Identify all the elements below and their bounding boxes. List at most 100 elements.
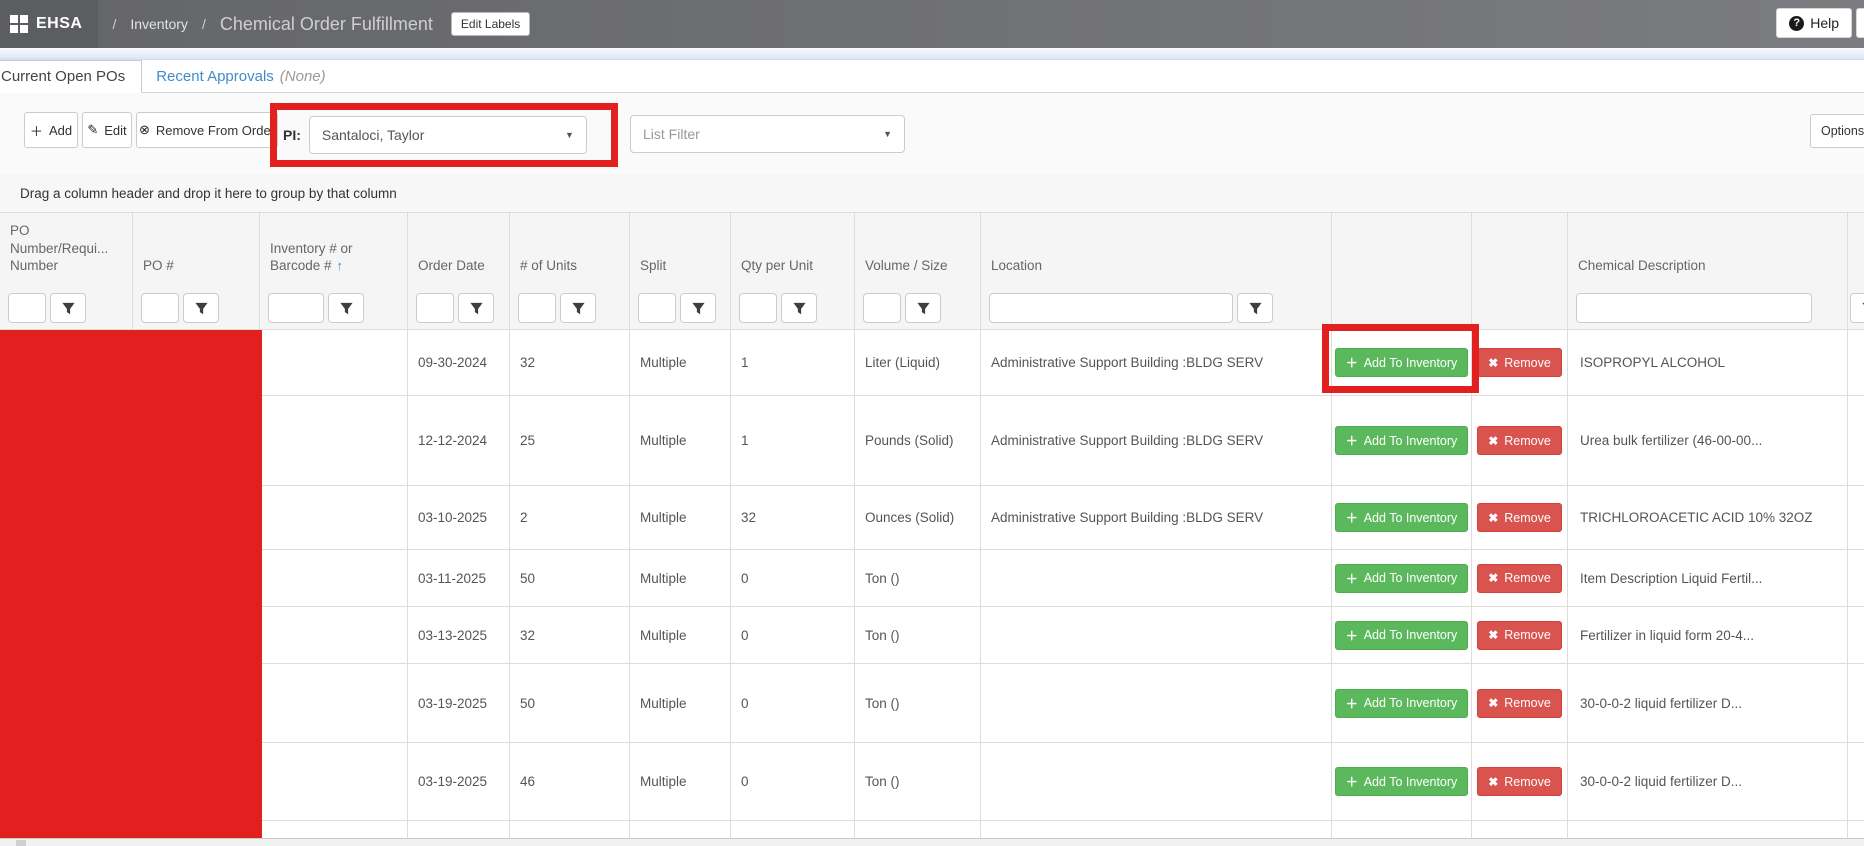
remove-button[interactable]: ✖ Remove	[1477, 348, 1562, 377]
clipped-toolbar-button[interactable]	[1856, 8, 1864, 38]
cell-chemical-description: 30-0-0-2 liquid fertilizer D...	[1568, 664, 1848, 742]
funnel-icon	[195, 302, 208, 315]
cell-units: 32	[510, 330, 630, 395]
help-button[interactable]: ? Help	[1776, 8, 1852, 38]
cell-qty-per-unit: 0	[731, 664, 855, 742]
add-to-inventory-button[interactable]: ＋ Add To Inventory	[1335, 564, 1469, 593]
filter-funnel-button[interactable]	[680, 293, 716, 323]
table-row: 03-13-2025 32 Multiple 0 Ton () ＋ Add To…	[0, 607, 1864, 664]
cell-clipped	[1848, 664, 1864, 742]
filter-cell-po	[133, 287, 260, 329]
filter-funnel-button[interactable]	[1237, 293, 1273, 323]
help-label: Help	[1810, 15, 1839, 31]
breadcrumb-separator: /	[202, 16, 206, 32]
breadcrumb-inventory[interactable]: Inventory	[130, 16, 188, 32]
tab-current-open-pos[interactable]: Current Open POs	[0, 60, 142, 93]
filter-input[interactable]	[141, 293, 179, 323]
add-to-inventory-button[interactable]: ＋ Add To Inventory	[1335, 621, 1469, 650]
cell-units: 2	[510, 486, 630, 549]
add-to-inventory-button[interactable]: ＋ Add To Inventory	[1335, 767, 1469, 796]
cell-order-date: 03-19-2025	[408, 664, 510, 742]
filter-input[interactable]	[989, 293, 1233, 323]
filter-input[interactable]	[638, 293, 676, 323]
filter-cell-units	[510, 287, 630, 329]
brand-logo[interactable]: EHSA	[0, 0, 98, 48]
cell-clipped	[1848, 550, 1864, 606]
filter-input[interactable]	[416, 293, 454, 323]
filter-funnel-button[interactable]	[1850, 293, 1864, 323]
filter-input[interactable]	[863, 293, 901, 323]
cell-split: Multiple	[630, 607, 731, 663]
add-to-inventory-button[interactable]: ＋ Add To Inventory	[1335, 426, 1469, 455]
cell-inventory	[260, 330, 408, 395]
cell-order-date: 03-19-2025	[408, 743, 510, 820]
remove-button[interactable]: ✖ Remove	[1477, 767, 1562, 796]
column-header-order-date[interactable]: Order Date	[408, 213, 510, 287]
add-to-inventory-button[interactable]: ＋ Add To Inventory	[1335, 689, 1469, 718]
remove-button[interactable]: ✖ Remove	[1477, 564, 1562, 593]
remove-button[interactable]: ✖ Remove	[1477, 503, 1562, 532]
column-header-split[interactable]: Split	[630, 213, 731, 287]
cell-units: 25	[510, 396, 630, 485]
horizontal-scrollbar[interactable]	[0, 838, 1864, 846]
column-header-po[interactable]: PO #	[133, 213, 260, 287]
options-button[interactable]: Options ▼	[1810, 114, 1864, 148]
filter-funnel-button[interactable]	[905, 293, 941, 323]
partial-row	[0, 821, 1864, 838]
filter-funnel-button[interactable]	[183, 293, 219, 323]
add-to-inventory-button[interactable]: ＋ Add To Inventory	[1335, 503, 1469, 532]
plus-icon: ＋	[1346, 627, 1358, 644]
filter-cell-volume	[855, 287, 981, 329]
cell-split: Multiple	[630, 550, 731, 606]
filter-cell-inventory	[260, 287, 408, 329]
group-by-drop-zone[interactable]: Drag a column header and drop it here to…	[0, 174, 1864, 213]
filter-input[interactable]	[268, 293, 324, 323]
filter-funnel-button[interactable]	[781, 293, 817, 323]
remove-button[interactable]: ✖ Remove	[1477, 689, 1562, 718]
filter-input[interactable]	[518, 293, 556, 323]
list-filter-dropdown[interactable]: List Filter ▼	[630, 115, 905, 153]
column-header-po-number[interactable]: PO Number/Requi... Number	[0, 213, 133, 287]
question-circle-icon: ?	[1789, 16, 1804, 31]
filter-cell-split	[630, 287, 731, 329]
add-to-inventory-button[interactable]: ＋ Add To Inventory	[1335, 348, 1469, 377]
column-header-volume-size[interactable]: Volume / Size	[855, 213, 981, 287]
filter-cell-remove-action	[1472, 287, 1568, 329]
funnel-icon	[917, 302, 930, 315]
column-header-location[interactable]: Location	[981, 213, 1332, 287]
filter-input[interactable]	[1576, 293, 1812, 323]
remove-button[interactable]: ✖ Remove	[1477, 621, 1562, 650]
cell-volume-size: Ton ()	[855, 550, 981, 606]
cell-chemical-description: TRICHLOROACETIC ACID 10% 32OZ	[1568, 486, 1848, 549]
filter-input[interactable]	[8, 293, 46, 323]
pi-dropdown[interactable]: Santaloci, Taylor ▼	[309, 116, 587, 154]
remove-from-order-button[interactable]: ⊗ Remove From Order	[136, 112, 278, 148]
filter-funnel-button[interactable]	[50, 293, 86, 323]
filter-funnel-button[interactable]	[458, 293, 494, 323]
filter-funnel-button[interactable]	[560, 293, 596, 323]
edit-button[interactable]: ✎ Edit	[82, 112, 132, 148]
table-row: 03-19-2025 50 Multiple 0 Ton () ＋ Add To…	[0, 664, 1864, 743]
table-row: 03-19-2025 46 Multiple 0 Ton () ＋ Add To…	[0, 743, 1864, 821]
edit-labels-button[interactable]: Edit Labels	[451, 12, 530, 36]
cell-volume-size: Pounds (Solid)	[855, 396, 981, 485]
filter-funnel-button[interactable]	[328, 293, 364, 323]
column-header-qty-per-unit[interactable]: Qty per Unit	[731, 213, 855, 287]
cell-split: Multiple	[630, 330, 731, 395]
cell-qty-per-unit: 1	[731, 330, 855, 395]
add-button[interactable]: ＋ Add	[24, 112, 78, 148]
filter-cell-chemical	[1568, 287, 1848, 329]
tab-recent-approvals[interactable]: Recent Approvals (None)	[142, 60, 339, 93]
scrollbar-thumb[interactable]	[16, 840, 26, 846]
remove-button[interactable]: ✖ Remove	[1477, 426, 1562, 455]
column-header-inventory-barcode[interactable]: Inventory # or Barcode #↑	[260, 213, 408, 287]
cell-inventory	[260, 664, 408, 742]
x-icon: ✖	[1488, 696, 1498, 710]
breadcrumb-separator: /	[112, 16, 116, 32]
filter-input[interactable]	[739, 293, 777, 323]
cell-clipped	[1848, 330, 1864, 395]
column-header-units[interactable]: # of Units	[510, 213, 630, 287]
column-header-chemical-description[interactable]: Chemical Description	[1568, 213, 1848, 287]
plus-icon: ＋	[1346, 354, 1358, 371]
grid-body: 09-30-2024 32 Multiple 1 Liter (Liquid) …	[0, 330, 1864, 838]
